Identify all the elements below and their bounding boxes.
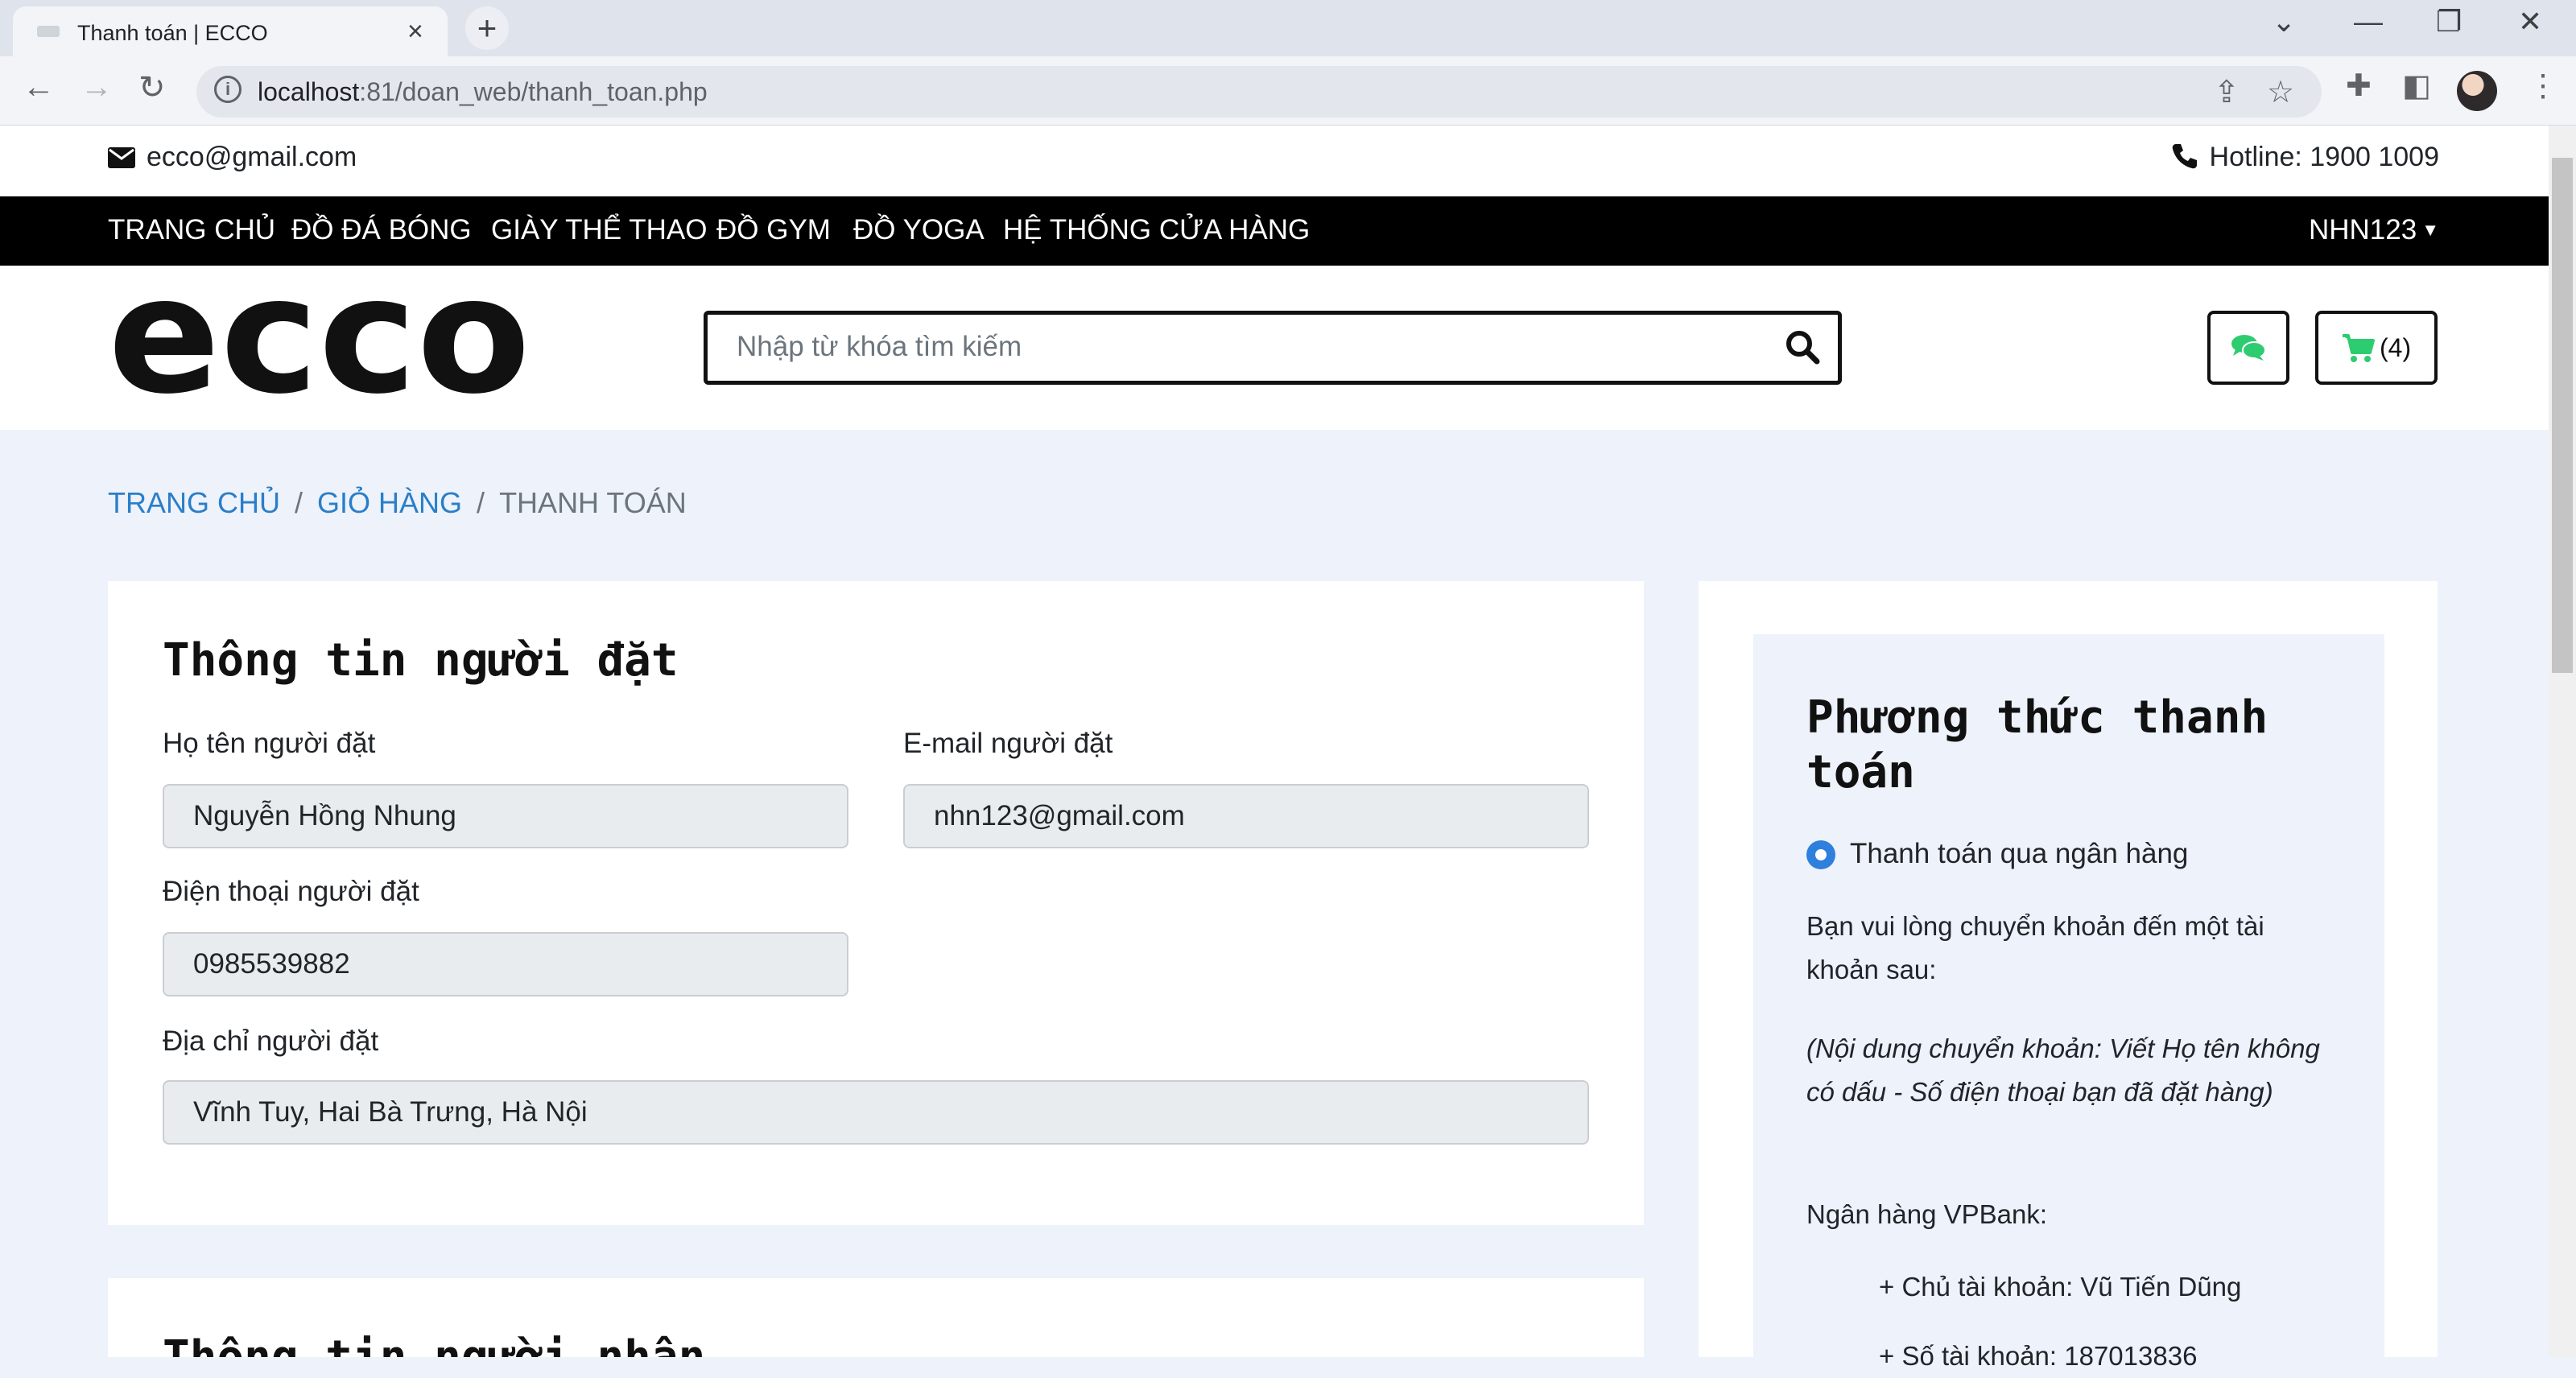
svg-text:ecco: ecco — [108, 288, 530, 409]
receiver-info-title: Thông tin người nhận — [163, 1331, 705, 1357]
page-scrollbar[interactable] — [2549, 126, 2576, 1357]
cart-icon — [2343, 334, 2375, 362]
buyer-phone-label: Điện thoại người đặt — [163, 876, 419, 907]
nav-item-home[interactable]: TRANG CHỦ — [108, 214, 275, 246]
contact-bar: ecco@gmail.com Hotline: 1900 1009 — [0, 126, 2549, 196]
browser-tab[interactable]: Thanh toán | ECCO × — [13, 6, 448, 56]
search-box[interactable]: Nhập từ khóa tìm kiếm — [704, 311, 1842, 385]
buyer-address-label: Địa chỉ người đặt — [163, 1025, 379, 1057]
breadcrumb-home[interactable]: TRANG CHỦ — [108, 486, 280, 519]
new-tab-button[interactable]: + — [465, 6, 509, 50]
breadcrumb-cart[interactable]: GIỎ HÀNG — [317, 486, 462, 519]
buyer-info-card: Thông tin người đặt Họ tên người đặt Ngu… — [108, 581, 1644, 1225]
bookmark-star-icon[interactable]: ☆ — [2267, 74, 2294, 110]
scrollbar-thumb[interactable] — [2552, 158, 2573, 673]
user-menu-dropdown[interactable]: NHN123 ▼ — [2309, 214, 2439, 246]
payment-account-number: + Số tài khoản: 187013836 — [1879, 1341, 2198, 1371]
contact-email: ecco@gmail.com — [108, 142, 357, 173]
search-input[interactable]: Nhập từ khóa tìm kiếm — [737, 331, 1022, 363]
buyer-name-field[interactable]: Nguyễn Hồng Nhung — [163, 784, 848, 848]
buyer-phone-value: 0985539882 — [193, 948, 350, 980]
cart-count: (4) — [2380, 333, 2412, 362]
hotline-text: Hotline: 1900 1009 — [2209, 142, 2439, 172]
url-path: :81/doan_web/thanh_toan.php — [359, 77, 708, 106]
buyer-address-value: Vĩnh Tuy, Hai Bà Trưng, Hà Nội — [193, 1096, 588, 1128]
payment-account-holder: + Chủ tài khoản: Vũ Tiến Dũng — [1879, 1272, 2242, 1302]
extensions-icon[interactable]: ✚ — [2346, 68, 2372, 104]
payment-method-title: Phương thức thanh toán — [1806, 691, 2268, 798]
buyer-address-field[interactable]: Vĩnh Tuy, Hai Bà Trưng, Hà Nội — [163, 1080, 1589, 1145]
search-icon[interactable] — [1785, 329, 1820, 365]
breadcrumb-separator: / — [477, 486, 485, 519]
contact-hotline: Hotline: 1900 1009 — [2171, 142, 2439, 173]
side-panel-icon[interactable]: ◧ — [2402, 68, 2431, 104]
favicon-icon — [37, 26, 60, 37]
tab-search-chevron-icon[interactable]: ⌄ — [2272, 5, 2296, 39]
buyer-name-value: Nguyễn Hồng Nhung — [193, 800, 456, 831]
caret-down-icon: ▼ — [2421, 220, 2439, 240]
breadcrumb: TRANG CHỦ / GIỎ HÀNG / THANH TOÁN — [108, 486, 687, 520]
buyer-name-label: Họ tên người đặt — [163, 728, 376, 759]
breadcrumb-separator: / — [295, 486, 303, 519]
buyer-email-value: nhn123@gmail.com — [934, 800, 1185, 831]
cart-button[interactable]: (4) — [2315, 311, 2438, 385]
envelope-icon — [108, 147, 135, 168]
browser-toolbar: ← → ↻ i localhost:81/doan_web/thanh_toan… — [0, 56, 2576, 126]
nav-item-sneakers[interactable]: GIÀY THỂ THAO — [491, 214, 707, 246]
nav-item-stores[interactable]: HỆ THỐNG CỬA HÀNG — [1003, 214, 1310, 246]
site-header: ecco Nhập từ khóa tìm kiếm (4) — [0, 266, 2549, 430]
back-icon[interactable]: ← — [23, 69, 55, 105]
payment-bank-name: Ngân hàng VPBank: — [1806, 1199, 2048, 1229]
buyer-email-field[interactable]: nhn123@gmail.com — [903, 784, 1589, 848]
restore-button[interactable]: ❐ — [2436, 5, 2462, 39]
menu-kebab-icon[interactable]: ⋮ — [2528, 68, 2558, 104]
nav-item-gym[interactable]: ĐỒ GYM — [716, 214, 831, 246]
email-text: ecco@gmail.com — [147, 142, 357, 172]
payment-note-transfer: Bạn vui lòng chuyển khoản đến một tài kh… — [1806, 911, 2264, 984]
chat-button[interactable] — [2207, 311, 2289, 385]
tab-title: Thanh toán | ECCO — [77, 21, 268, 45]
reload-icon[interactable]: ↻ — [138, 69, 166, 106]
phone-icon — [2172, 144, 2197, 169]
site-info-icon[interactable]: i — [214, 76, 242, 103]
nav-item-yoga[interactable]: ĐỒ YOGA — [853, 214, 985, 246]
share-icon[interactable]: ⇪ — [2214, 74, 2240, 110]
buyer-email-label: E-mail người đặt — [903, 728, 1113, 759]
address-bar[interactable]: i localhost:81/doan_web/thanh_toan.php ⇪… — [196, 66, 2322, 118]
browser-tab-strip: Thanh toán | ECCO × + ⌄ — ❐ ✕ — [0, 0, 2576, 56]
payment-method-box: Phương thức thanh toán Thanh toán qua ng… — [1753, 634, 2384, 1371]
receiver-info-card: Thông tin người nhận — [108, 1278, 1644, 1357]
url-host: localhost — [258, 77, 360, 106]
minimize-button[interactable]: — — [2354, 5, 2383, 39]
payment-option-label[interactable]: Thanh toán qua ngân hàng — [1850, 832, 2188, 876]
tab-close-icon[interactable]: × — [407, 16, 423, 47]
ecco-logo[interactable]: ecco — [108, 288, 535, 409]
nav-item-football[interactable]: ĐỒ ĐÁ BÓNG — [291, 214, 472, 246]
close-window-button[interactable]: ✕ — [2518, 5, 2542, 39]
forward-icon[interactable]: → — [80, 69, 113, 105]
user-name: NHN123 — [2308, 214, 2417, 245]
url-text: localhost:81/doan_web/thanh_toan.php — [258, 77, 708, 107]
main-nav: TRANG CHỦ ĐỒ ĐÁ BÓNG GIÀY THỂ THAO ĐỒ GY… — [0, 196, 2549, 266]
buyer-info-title: Thông tin người đặt — [163, 634, 679, 687]
payment-radio-bank[interactable] — [1806, 840, 1835, 869]
profile-avatar[interactable] — [2457, 71, 2497, 111]
buyer-phone-field[interactable]: 0985539882 — [163, 932, 848, 996]
comments-icon — [2231, 335, 2266, 361]
breadcrumb-current: THANH TOÁN — [499, 486, 687, 519]
payment-note-content: (Nội dung chuyển khoản: Viết Họ tên khôn… — [1806, 1034, 2320, 1107]
